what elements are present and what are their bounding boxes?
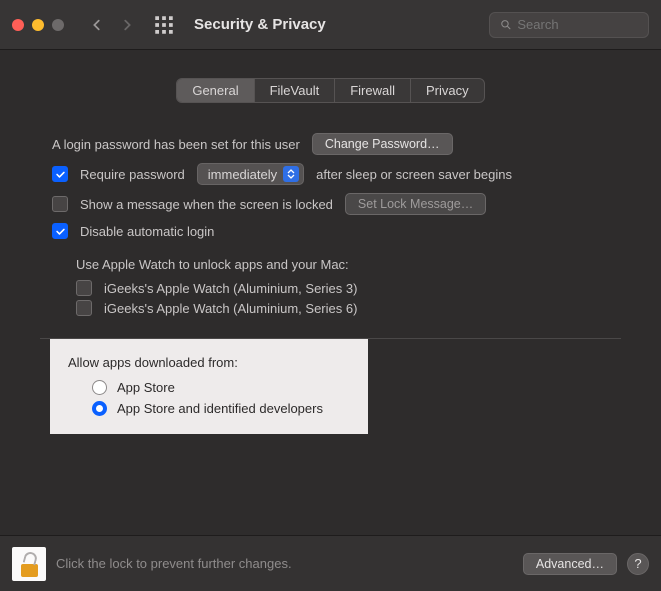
apple-watch-device-label-1: iGeeks's Apple Watch (Aluminium, Series … (104, 301, 357, 316)
allow-apps-option-0: App Store (117, 380, 175, 395)
tab-bar: General FileVault Firewall Privacy (40, 78, 621, 103)
show-all-button[interactable] (154, 15, 174, 35)
check-icon (55, 169, 66, 180)
search-input[interactable] (517, 17, 638, 32)
updown-icon (283, 166, 299, 182)
allow-apps-option-1: App Store and identified developers (117, 401, 323, 416)
lock-open-icon (23, 550, 39, 565)
advanced-button[interactable]: Advanced… (523, 553, 617, 575)
tab-filevault[interactable]: FileVault (254, 79, 335, 102)
set-lock-message-button[interactable]: Set Lock Message… (345, 193, 486, 215)
tab-firewall[interactable]: Firewall (334, 79, 410, 102)
require-password-prefix: Require password (80, 167, 185, 182)
apple-watch-device-checkbox-0[interactable] (76, 280, 92, 296)
content-area: General FileVault Firewall Privacy A log… (0, 50, 661, 339)
apple-watch-heading: Use Apple Watch to unlock apps and your … (76, 257, 349, 272)
forward-button[interactable] (116, 14, 138, 36)
close-icon[interactable] (12, 19, 24, 31)
window-controls (12, 19, 64, 31)
chevron-left-icon (90, 18, 104, 32)
require-password-delay-value: immediately (208, 167, 277, 182)
titlebar: Security & Privacy (0, 0, 661, 50)
general-section: A login password has been set for this u… (40, 133, 621, 339)
lock-button[interactable] (12, 547, 46, 581)
search-field[interactable] (489, 12, 649, 38)
footer: Click the lock to prevent further change… (0, 535, 661, 591)
disable-auto-login-label: Disable automatic login (80, 224, 214, 239)
change-password-button[interactable]: Change Password… (312, 133, 453, 155)
tab-general[interactable]: General (177, 79, 253, 102)
allow-apps-radio-appstore[interactable] (92, 380, 107, 395)
minimize-icon[interactable] (32, 19, 44, 31)
check-icon (55, 226, 66, 237)
allow-apps-panel: Allow apps downloaded from: App Store Ap… (50, 339, 368, 434)
show-message-checkbox[interactable] (52, 196, 68, 212)
search-icon (500, 18, 511, 31)
maximize-icon (52, 19, 64, 31)
login-password-text: A login password has been set for this u… (52, 137, 300, 152)
require-password-checkbox[interactable] (52, 166, 68, 182)
allow-apps-radio-identified[interactable] (92, 401, 107, 416)
page-title: Security & Privacy (194, 16, 326, 33)
tab-privacy[interactable]: Privacy (410, 79, 484, 102)
require-password-delay-select[interactable]: immediately (197, 163, 304, 185)
show-message-label: Show a message when the screen is locked (80, 197, 333, 212)
chevron-right-icon (120, 18, 134, 32)
grid-icon (154, 15, 174, 35)
back-button[interactable] (86, 14, 108, 36)
apple-watch-device-label-0: iGeeks's Apple Watch (Aluminium, Series … (104, 281, 357, 296)
disable-auto-login-checkbox[interactable] (52, 223, 68, 239)
help-button[interactable]: ? (627, 553, 649, 575)
require-password-suffix: after sleep or screen saver begins (316, 167, 512, 182)
allow-apps-heading: Allow apps downloaded from: (68, 355, 350, 370)
apple-watch-device-checkbox-1[interactable] (76, 300, 92, 316)
lock-hint-text: Click the lock to prevent further change… (56, 556, 292, 571)
